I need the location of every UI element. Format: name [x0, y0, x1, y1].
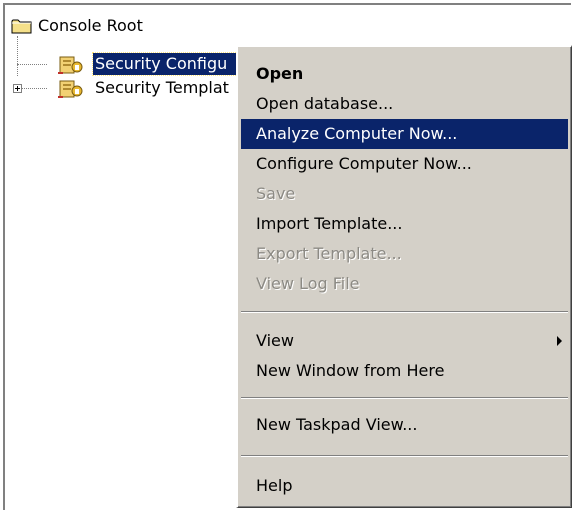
menu-item-open[interactable]: Open — [241, 59, 568, 89]
menu-separator — [241, 397, 568, 399]
menu-item-label: Analyze Computer Now... — [256, 124, 458, 143]
menu-item-label: Open — [256, 64, 304, 83]
menu-item-view[interactable]: View — [241, 326, 568, 356]
menu-item-new-window-from-here[interactable]: New Window from Here — [241, 356, 568, 386]
menu-item-label: New Window from Here — [256, 361, 445, 380]
menu-item-label: Help — [256, 476, 293, 495]
menu-item-configure-computer-now[interactable]: Configure Computer Now... — [241, 149, 568, 179]
menu-item-help[interactable]: Help — [241, 471, 568, 501]
tree-connector — [17, 64, 47, 65]
submenu-arrow-icon — [557, 336, 562, 346]
menu-item-analyze-computer-now[interactable]: Analyze Computer Now... — [241, 119, 568, 149]
menu-item-label: Configure Computer Now... — [256, 154, 472, 173]
menu-item-label: Save — [256, 184, 296, 203]
menu-item-label: Open database... — [256, 94, 394, 113]
tree-connector — [22, 88, 47, 89]
folder-icon — [11, 18, 33, 40]
menu-item-import-template[interactable]: Import Template... — [241, 209, 568, 239]
menu-item-open-database[interactable]: Open database... — [241, 89, 568, 119]
context-menu: Open Open database... Analyze Computer N… — [236, 45, 572, 508]
menu-separator — [241, 455, 568, 457]
tree-item-label: Security Templat — [95, 78, 229, 97]
tree-connector — [17, 36, 18, 76]
menu-item-label: View — [256, 331, 294, 350]
menu-item-save: Save — [241, 179, 568, 209]
expand-plus-icon[interactable] — [13, 84, 22, 93]
menu-item-view-log-file: View Log File — [241, 269, 568, 299]
tree-item-security-templates[interactable]: Security Templat — [57, 77, 257, 99]
menu-item-label: New Taskpad View... — [256, 415, 418, 434]
menu-item-new-taskpad-view[interactable]: New Taskpad View... — [241, 410, 568, 440]
menu-item-export-template: Export Template... — [241, 239, 568, 269]
security-snapin-icon — [57, 79, 85, 105]
tree-root-label: Console Root — [38, 16, 143, 35]
menu-item-label: Export Template... — [256, 244, 402, 263]
menu-item-label: Import Template... — [256, 214, 403, 233]
menu-separator — [241, 311, 568, 313]
tree-item-console-root[interactable]: Console Root — [11, 15, 311, 37]
menu-item-label: View Log File — [256, 274, 360, 293]
